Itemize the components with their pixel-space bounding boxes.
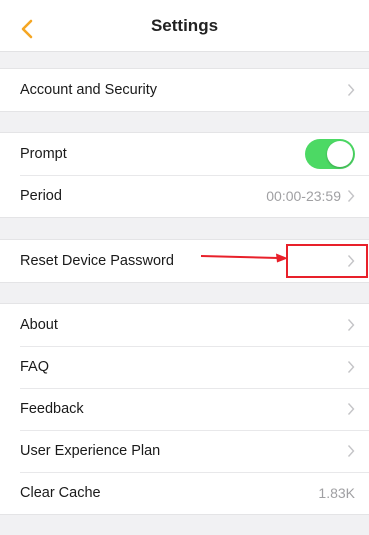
settings-group-account: Account and Security bbox=[0, 68, 369, 112]
chevron-right-icon bbox=[347, 360, 355, 374]
row-label: Feedback bbox=[20, 401, 84, 417]
nav-bar: Settings bbox=[0, 0, 369, 52]
toggle-knob bbox=[327, 141, 353, 167]
annotation-arrow-icon bbox=[200, 253, 288, 263]
row-label: User Experience Plan bbox=[20, 443, 161, 459]
row-user-experience-plan[interactable]: User Experience Plan bbox=[0, 430, 369, 472]
row-label: Period bbox=[20, 188, 62, 204]
chevron-right-icon bbox=[347, 189, 355, 203]
row-label: Account and Security bbox=[20, 82, 158, 98]
cache-size-value: 1.83K bbox=[318, 485, 355, 501]
row-feedback[interactable]: Feedback bbox=[0, 388, 369, 430]
chevron-right-icon bbox=[347, 318, 355, 332]
row-period[interactable]: Period 00:00-23:59 bbox=[0, 175, 369, 217]
row-clear-cache[interactable]: Clear Cache 1.83K bbox=[0, 472, 369, 514]
annotation-highlight-box bbox=[286, 244, 368, 278]
row-about[interactable]: About bbox=[0, 304, 369, 346]
chevron-right-icon bbox=[347, 83, 355, 97]
row-prompt: Prompt bbox=[0, 133, 369, 175]
chevron-right-icon bbox=[347, 444, 355, 458]
settings-group-info: About FAQ Feedback User Experience Plan … bbox=[0, 303, 369, 515]
period-value: 00:00-23:59 bbox=[266, 188, 341, 204]
row-label: About bbox=[20, 317, 58, 333]
row-faq[interactable]: FAQ bbox=[0, 346, 369, 388]
row-account-security[interactable]: Account and Security bbox=[0, 69, 369, 111]
prompt-toggle[interactable] bbox=[305, 139, 355, 169]
settings-group-prompt: Prompt Period 00:00-23:59 bbox=[0, 132, 369, 218]
row-label: Prompt bbox=[20, 146, 67, 162]
row-label: FAQ bbox=[20, 359, 50, 375]
row-label: Clear Cache bbox=[20, 485, 101, 501]
chevron-right-icon bbox=[347, 402, 355, 416]
page-title: Settings bbox=[150, 16, 219, 35]
